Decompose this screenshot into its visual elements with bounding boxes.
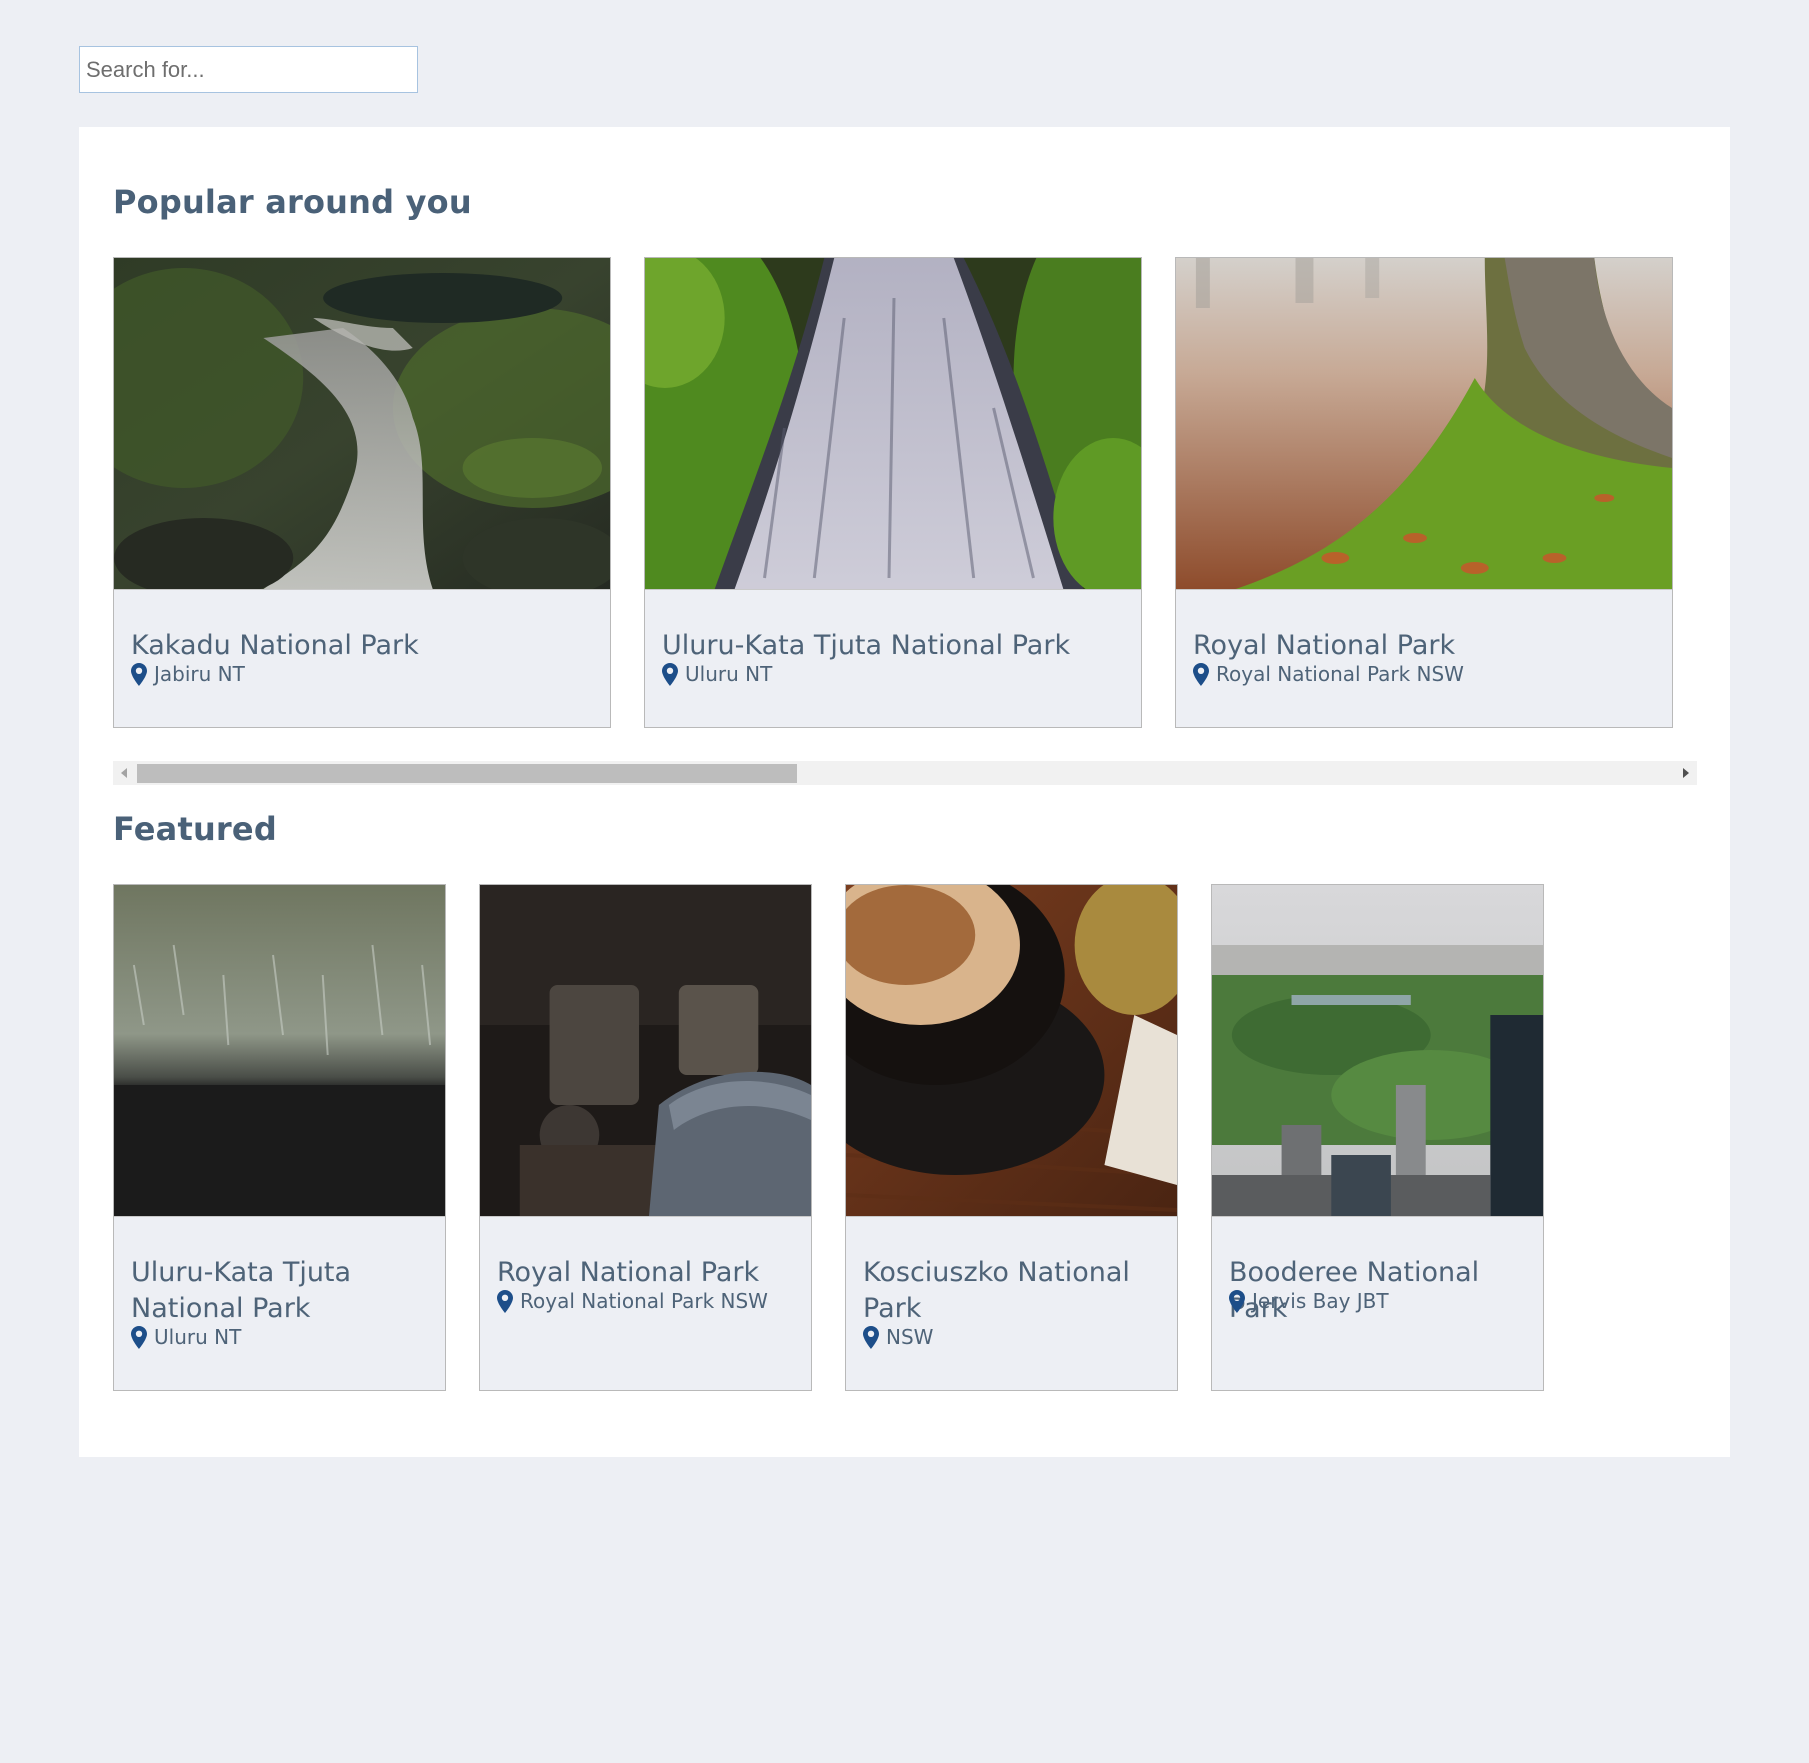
park-name: Uluru-Kata Tjuta National Park — [131, 1257, 352, 1324]
park-location-text: Royal National Park NSW — [1216, 662, 1464, 686]
park-name: Kosciuszko National Park — [863, 1257, 1130, 1324]
park-location-text: Jervis Bay JBT — [1252, 1289, 1389, 1313]
park-location: Uluru NT — [662, 662, 772, 686]
featured-park-card[interactable]: Royal National Park Royal National Park … — [479, 884, 812, 1391]
search-input[interactable] — [79, 46, 418, 93]
park-location-text: Royal National Park NSW — [520, 1289, 768, 1313]
featured-park-card[interactable]: Booderee National Park Jervis Bay JBT — [1211, 884, 1544, 1391]
park-name: Kakadu National Park — [131, 630, 419, 661]
cascading-waterfall-photo — [645, 258, 1141, 590]
popular-section-title: Popular around you — [113, 183, 472, 221]
park-location: Royal National Park NSW — [1193, 662, 1464, 686]
location-pin-icon — [497, 1289, 513, 1313]
park-location: Uluru NT — [131, 1325, 241, 1349]
mossy-tree-photo — [1176, 258, 1672, 590]
park-location: Royal National Park NSW — [497, 1289, 768, 1313]
scroll-left-arrow-icon[interactable] — [113, 761, 137, 785]
park-name: Uluru-Kata Tjuta National Park — [662, 630, 1071, 661]
location-pin-icon — [1229, 1289, 1245, 1313]
scrollbar-thumb[interactable] — [137, 764, 797, 783]
old-machinery-photo — [480, 885, 811, 1217]
location-pin-icon — [863, 1325, 879, 1349]
park-card[interactable]: Uluru-Kata Tjuta National Park Uluru NT — [644, 257, 1142, 728]
horizontal-scrollbar[interactable] — [113, 761, 1697, 785]
featured-park-card[interactable]: Kosciuszko National Park NSW — [845, 884, 1178, 1391]
park-name: Royal National Park — [497, 1257, 760, 1288]
featured-park-card[interactable]: Uluru-Kata Tjuta National Park Uluru NT — [113, 884, 446, 1391]
featured-section-title: Featured — [113, 810, 277, 848]
location-pin-icon — [1193, 662, 1209, 686]
park-name: Royal National Park — [1193, 630, 1456, 661]
location-pin-icon — [662, 662, 678, 686]
park-location-text: NSW — [886, 1325, 934, 1349]
park-location: Jervis Bay JBT — [1229, 1289, 1389, 1313]
park-card[interactable]: Kakadu National Park Jabiru NT — [113, 257, 611, 728]
location-pin-icon — [131, 1325, 147, 1349]
scroll-right-arrow-icon[interactable] — [1673, 761, 1697, 785]
park-location-text: Uluru NT — [685, 662, 773, 686]
park-location-text: Jabiru NT — [154, 662, 245, 686]
coffee-cup-photo — [846, 885, 1177, 1217]
park-location: NSW — [863, 1325, 933, 1349]
park-card[interactable]: Royal National Park Royal National Park … — [1175, 257, 1673, 728]
content-panel: Popular around you Kakadu National Park … — [79, 127, 1730, 1457]
park-location-text: Uluru NT — [154, 1325, 242, 1349]
waterfall-stream-photo — [114, 258, 610, 590]
location-pin-icon — [131, 662, 147, 686]
city-park-aerial-photo — [1212, 885, 1543, 1217]
park-location: Jabiru NT — [131, 662, 245, 686]
frosty-grass-photo — [114, 885, 445, 1217]
